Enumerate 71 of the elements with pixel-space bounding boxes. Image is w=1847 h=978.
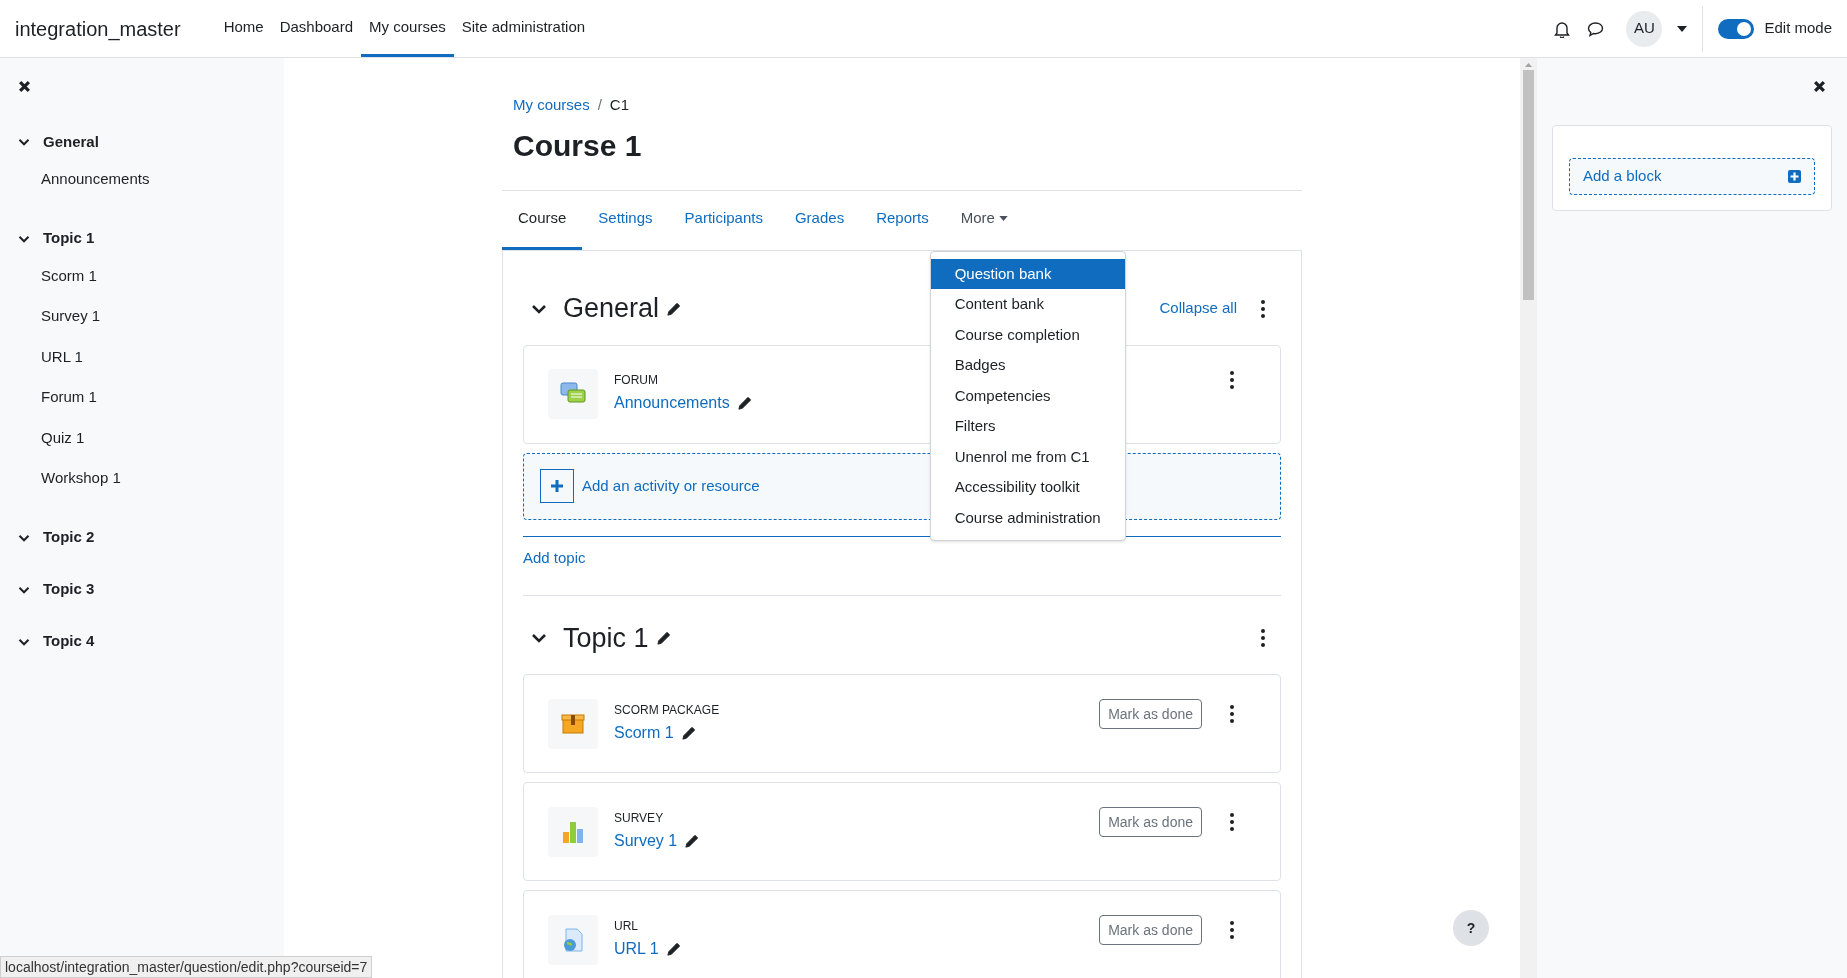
collapse-all-link[interactable]: Collapse all <box>1159 297 1237 320</box>
pencil-icon[interactable] <box>737 396 752 410</box>
activity-type: SCORM PACKAGE <box>614 701 720 719</box>
section-link[interactable]: Topic 4 <box>43 630 95 653</box>
course-tab[interactable]: Grades <box>778 190 861 250</box>
activity-type: SURVEY <box>614 809 665 827</box>
mark-as-done-button[interactable]: Mark as done <box>1099 699 1202 729</box>
activity-type: FORUM <box>614 372 659 389</box>
mark-as-done-button[interactable]: Mark as done <box>1099 915 1202 945</box>
section-title: General <box>563 292 660 326</box>
page-title: Course 1 <box>513 127 643 164</box>
breadcrumb-separator: / <box>597 95 602 115</box>
user-avatar[interactable]: AU <box>1626 10 1663 47</box>
edit-mode-label: Edit mode <box>1764 18 1832 39</box>
caret-icon[interactable] <box>1677 25 1688 32</box>
breadcrumb-item[interactable]: My courses <box>513 94 590 117</box>
course-tab[interactable]: More <box>944 190 1024 250</box>
activity-link[interactable]: Forum 1 <box>41 377 266 418</box>
course-tab[interactable]: Reports <box>860 190 945 250</box>
add-block-button[interactable]: Add a block <box>1569 158 1815 195</box>
section-title: Topic 1 <box>563 621 649 655</box>
caret-icon <box>998 216 1008 221</box>
scrollbar[interactable] <box>1520 58 1537 978</box>
status-bar: localhost/integration_master/question/edit.php?courseid=7 <box>0 956 373 978</box>
activity-name[interactable]: Survey 1 <box>614 828 678 853</box>
close-icon[interactable] <box>1813 80 1826 93</box>
menu-item[interactable]: Competencies <box>930 380 1125 411</box>
breadcrumb-item: C1 <box>609 95 630 115</box>
edit-mode-switch[interactable] <box>1718 18 1755 39</box>
section-link[interactable]: Topic 1 <box>43 227 95 250</box>
help-button[interactable]: ? <box>1453 910 1489 946</box>
activity-link[interactable]: Quiz 1 <box>41 417 266 458</box>
menu-item[interactable]: Course completion <box>930 319 1125 350</box>
activity-name[interactable]: Scorm 1 <box>614 720 674 745</box>
activity-link[interactable]: Workshop 1 <box>41 458 266 499</box>
section-link[interactable]: General <box>43 130 99 154</box>
course-tab[interactable]: Participants <box>668 190 779 250</box>
close-icon[interactable] <box>18 80 31 93</box>
activity-link[interactable]: Announcements <box>41 159 266 200</box>
add-topic-link[interactable]: Add topic <box>523 548 586 566</box>
course-tab[interactable]: Settings <box>582 190 669 250</box>
pencil-icon[interactable] <box>681 725 696 740</box>
mark-as-done-button[interactable]: Mark as done <box>1099 807 1202 837</box>
menu-item[interactable]: Content bank <box>930 289 1125 320</box>
menu-item[interactable]: Badges <box>930 350 1125 381</box>
pencil-icon[interactable] <box>667 301 682 316</box>
course-tab[interactable]: Course <box>502 190 583 250</box>
plus-icon <box>540 469 574 503</box>
menu-item[interactable]: Accessibility toolkit <box>930 472 1125 503</box>
plus-square-icon <box>1788 170 1801 183</box>
pencil-icon[interactable] <box>656 631 671 645</box>
activity-link[interactable]: URL 1 <box>41 336 266 377</box>
scrollbar-thumb[interactable] <box>1523 70 1534 300</box>
section-link[interactable]: Topic 2 <box>43 526 95 549</box>
pencil-icon[interactable] <box>666 941 681 956</box>
pencil-icon[interactable] <box>685 833 700 848</box>
activity-name[interactable]: URL 1 <box>614 936 659 961</box>
activity-link[interactable]: Survey 1 <box>41 296 266 337</box>
nav-link[interactable]: Site administration <box>453 0 594 57</box>
activity-type: URL <box>614 917 639 935</box>
activity-name[interactable]: Announcements <box>614 391 730 415</box>
activity-link[interactable]: Scorm 1 <box>41 255 266 296</box>
chevron-down-icon[interactable] <box>18 136 30 148</box>
menu-item[interactable]: Filters <box>930 411 1125 442</box>
bell-icon[interactable] <box>1554 19 1571 38</box>
nav-link[interactable]: Dashboard <box>271 0 362 57</box>
menu-item[interactable]: Question bank <box>930 258 1125 289</box>
nav-link[interactable]: Home <box>215 0 272 57</box>
site-name[interactable]: integration_master <box>15 13 181 44</box>
section-link[interactable]: Topic 3 <box>43 578 95 601</box>
chat-icon[interactable] <box>1587 20 1605 37</box>
